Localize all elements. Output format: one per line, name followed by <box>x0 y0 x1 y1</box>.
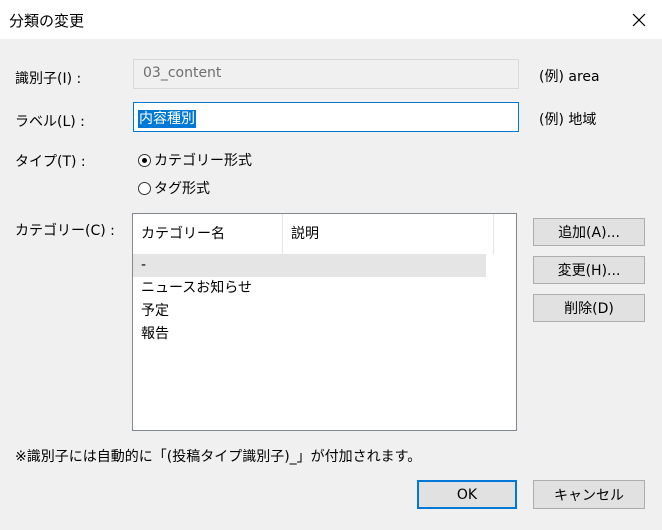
identifier-value: 03_content <box>143 65 222 81</box>
title-bar: 分類の変更 <box>0 0 662 39</box>
list-header: カテゴリー名 説明 <box>133 214 516 254</box>
column-header-name[interactable]: カテゴリー名 <box>133 214 283 254</box>
window-title: 分類の変更 <box>9 12 85 30</box>
type-label: タイプ(T) : <box>15 154 86 170</box>
label-field-label: ラベル(L) : <box>15 114 85 130</box>
radio-unchecked-icon <box>138 181 151 195</box>
identifier-field: 03_content <box>133 59 519 89</box>
identifier-example: (例) area <box>539 69 600 85</box>
radio-tag-format-label: タグ形式 <box>154 181 210 197</box>
radio-tag-format[interactable]: タグ形式 <box>138 178 210 198</box>
add-button[interactable]: 追加(A)... <box>533 218 645 246</box>
radio-checked-icon <box>138 153 151 167</box>
list-item[interactable]: - <box>133 254 486 277</box>
label-input[interactable]: 内容種別 <box>133 102 519 132</box>
delete-button[interactable]: 削除(D) <box>533 294 645 322</box>
label-input-value: 内容種別 <box>138 110 196 128</box>
radio-category-format[interactable]: カテゴリー形式 <box>138 150 252 170</box>
identifier-label: 識別子(I) : <box>15 71 82 87</box>
edit-button[interactable]: 変更(H)... <box>533 256 645 284</box>
cancel-button[interactable]: キャンセル <box>533 480 645 509</box>
close-icon <box>632 13 646 26</box>
radio-category-format-label: カテゴリー形式 <box>154 153 252 169</box>
list-item[interactable]: ニュースお知らせ <box>133 277 486 300</box>
column-header-description[interactable]: 説明 <box>283 214 494 254</box>
close-button[interactable] <box>616 0 662 39</box>
categories-label: カテゴリー(C) : <box>15 223 115 239</box>
label-example: (例) 地域 <box>539 112 597 128</box>
list-item[interactable]: 予定 <box>133 300 486 323</box>
list-item[interactable]: 報告 <box>133 323 486 346</box>
categories-list[interactable]: カテゴリー名 説明 - ニュースお知らせ 予定 報告 <box>132 213 517 431</box>
ok-button[interactable]: OK <box>417 480 517 509</box>
identifier-note: ※識別子には自動的に「(投稿タイプ識別子)_」が付加されます。 <box>15 449 422 465</box>
